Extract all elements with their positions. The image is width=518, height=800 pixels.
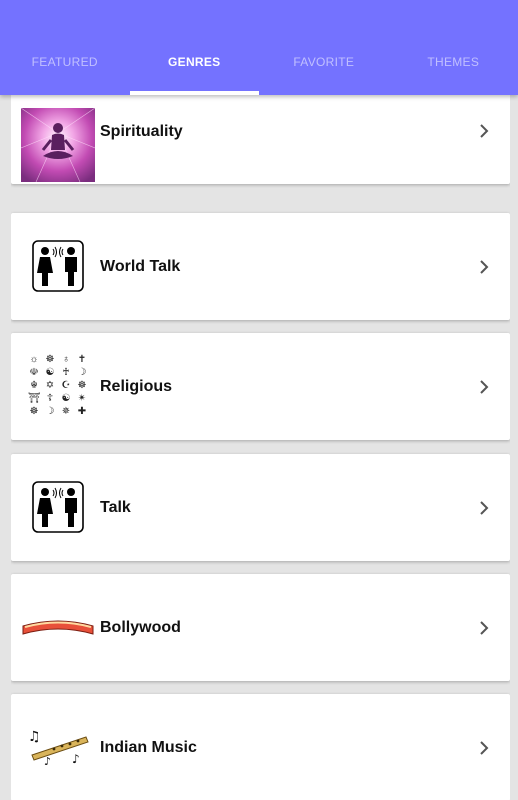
- religious-symbol-icon: ☯: [61, 393, 71, 404]
- genre-card-talk[interactable]: Talk: [11, 454, 510, 561]
- tab-bar: FEATURED GENRES FAVORITE THEMES: [0, 40, 518, 95]
- genre-label: World Talk: [100, 258, 181, 275]
- chevron-right-icon: [480, 380, 489, 394]
- svg-text:♪: ♪: [72, 752, 80, 766]
- genre-label: Talk: [100, 499, 131, 516]
- religious-symbol-icon: ☯: [45, 367, 55, 378]
- genre-card-spirituality[interactable]: Spirituality: [11, 92, 510, 184]
- religious-symbols-icon: ☼ ☸ ♁ ✝ ☫ ☯ ♰ ☽ ☬ ✡ ☪ ☸ ⛩ ☦ ☯ ✴ ☸ ☽ ✵ ✚: [21, 349, 95, 423]
- tab-genres[interactable]: GENRES: [129, 40, 260, 95]
- chevron-right-icon: [480, 741, 489, 755]
- flute-music-icon: ♫ ♪ ♪: [21, 710, 95, 784]
- religious-symbol-icon: ☽: [77, 367, 87, 378]
- religious-symbol-icon: ☪: [61, 380, 71, 391]
- religious-symbol-icon: ☸: [29, 406, 39, 417]
- religious-symbol-icon: ✝: [77, 354, 87, 365]
- genre-card-world-talk[interactable]: World Talk: [11, 213, 510, 320]
- tab-favorite[interactable]: FAVORITE: [259, 40, 389, 95]
- genre-label: Indian Music: [100, 739, 197, 756]
- meditation-icon: [21, 108, 95, 182]
- genre-card-bollywood[interactable]: Bollywood: [11, 574, 510, 681]
- religious-symbol-icon: ✴: [77, 393, 87, 404]
- religious-symbol-icon: ♁: [62, 354, 70, 365]
- tab-featured[interactable]: FEATURED: [0, 40, 130, 95]
- chevron-right-icon: [480, 260, 489, 274]
- chevron-right-icon: [480, 124, 489, 138]
- genre-label: Religious: [100, 378, 173, 395]
- chevron-right-icon: [480, 621, 489, 635]
- religious-symbol-icon: ⛩: [28, 393, 41, 404]
- genre-card-indian-music[interactable]: ♫ ♪ ♪ Indian Music: [11, 694, 510, 800]
- bollywood-logo-icon: [21, 590, 95, 664]
- talk-people-icon: [21, 229, 95, 303]
- religious-symbol-icon: ♰: [62, 367, 70, 378]
- religious-symbol-icon: ✚: [77, 406, 87, 417]
- religious-symbol-icon: ☸: [45, 354, 55, 365]
- genre-list[interactable]: Spirituality World Talk ☼ ☸ ♁ ✝ ☫ ☯ ♰ ☽ ☬ ✡ ☪ ☸ ⛩ ☦ ☯ ✴…: [11, 92, 510, 800]
- genre-card-religious[interactable]: ☼ ☸ ♁ ✝ ☫ ☯ ♰ ☽ ☬ ✡ ☪ ☸ ⛩ ☦ ☯ ✴ ☸ ☽ ✵ ✚ Religious: [11, 333, 510, 440]
- religious-symbol-icon: ☫: [29, 367, 39, 378]
- religious-symbol-icon: ☦: [46, 393, 54, 404]
- religious-symbol-icon: ☬: [30, 380, 38, 391]
- talk-people-icon: [21, 470, 95, 544]
- svg-text:♫: ♫: [28, 729, 41, 745]
- religious-symbol-icon: ☽: [45, 406, 55, 417]
- genre-label: Bollywood: [100, 619, 181, 636]
- svg-text:♪: ♪: [44, 755, 51, 767]
- religious-symbol-icon: ✵: [61, 406, 71, 417]
- tab-themes[interactable]: THEMES: [389, 40, 518, 95]
- religious-symbol-icon: ☼: [29, 354, 39, 365]
- app-bar: FEATURED GENRES FAVORITE THEMES: [0, 0, 518, 95]
- religious-symbol-icon: ✡: [45, 380, 55, 391]
- religious-symbol-icon: ☸: [77, 380, 87, 391]
- chevron-right-icon: [480, 501, 489, 515]
- genre-label: Spirituality: [100, 123, 183, 140]
